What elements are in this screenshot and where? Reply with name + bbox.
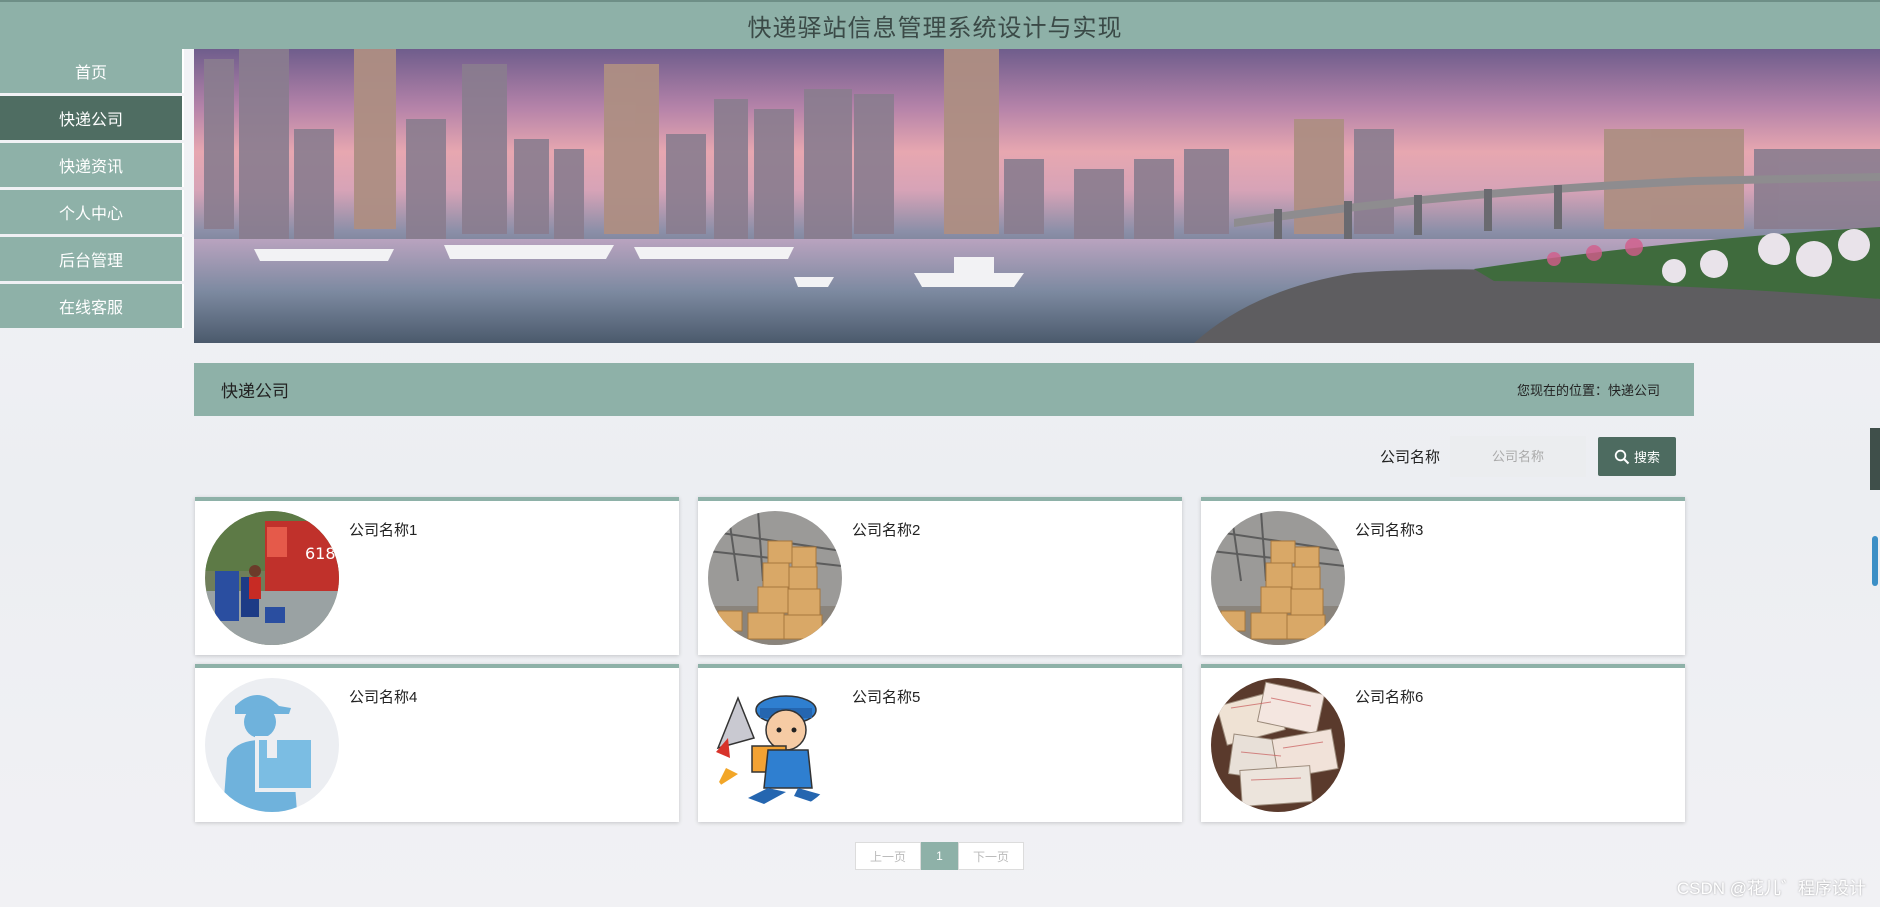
company-name: 公司名称4: [349, 689, 418, 706]
company-card[interactable]: 公司名称5: [698, 664, 1182, 822]
warehouse-boxes-photo-icon: [1211, 511, 1345, 645]
sidebar-item-courier-news[interactable]: 快递资讯: [0, 143, 184, 187]
delivery-truck-photo-icon: 618: [205, 511, 339, 645]
search-icon: [1614, 449, 1630, 464]
shipping-labels-photo-icon: [1211, 678, 1345, 812]
company-thumbnail[interactable]: [708, 511, 842, 645]
city-skyline-banner: [194, 49, 1880, 343]
company-card[interactable]: 公司名称4: [195, 664, 679, 822]
site-title: 快递驿站信息管理系统设计与实现: [747, 15, 1123, 42]
sidebar-item-label: 后台管理: [58, 253, 123, 270]
company-name: 公司名称2: [852, 522, 921, 539]
search-button[interactable]: 搜索: [1598, 437, 1677, 476]
company-name-search-input[interactable]: [1450, 436, 1587, 477]
company-thumbnail[interactable]: 618: [205, 511, 339, 645]
top-header: 快递驿站信息管理系统设计与实现: [0, 0, 1880, 49]
company-name: 公司名称5: [852, 689, 921, 706]
sidebar-item-courier-companies[interactable]: 快递公司: [0, 96, 184, 140]
sidebar-item-home[interactable]: 首页: [0, 49, 184, 93]
sidebar-item-personal-center[interactable]: 个人中心: [0, 190, 184, 234]
company-card[interactable]: 公司名称6: [1201, 664, 1685, 822]
company-name: 公司名称3: [1355, 522, 1424, 539]
pagination: 上一页 1 下一页: [855, 842, 1024, 870]
company-card[interactable]: 公司名称2: [698, 497, 1182, 655]
sidebar-item-label: 首页: [74, 65, 107, 82]
sidebar-item-label: 个人中心: [58, 206, 123, 223]
cartoon-courier-rocket-icon: [708, 678, 842, 812]
company-thumbnail[interactable]: [1211, 678, 1345, 812]
watermark: CSDN @花儿゛程序设计: [1676, 879, 1866, 898]
skyline-illustration: [194, 49, 1880, 343]
company-thumbnail[interactable]: [205, 678, 339, 812]
scroll-indicator[interactable]: [1872, 536, 1878, 586]
company-name: 公司名称6: [1355, 689, 1424, 706]
sidebar-item-online-service[interactable]: 在线客服: [0, 284, 184, 328]
sidebar-nav: 首页 快递公司 快递资讯 个人中心 后台管理 在线客服: [0, 49, 184, 331]
company-name: 公司名称1: [349, 522, 418, 539]
courier-silhouette-icon: [205, 678, 339, 812]
sidebar-item-label: 快递资讯: [58, 159, 123, 176]
company-card[interactable]: 618 公司名称1: [195, 497, 679, 655]
sidebar-item-label: 快递公司: [58, 112, 123, 129]
prev-page-button[interactable]: 上一页: [855, 842, 921, 870]
page-number-button[interactable]: 1: [921, 842, 958, 870]
section-title: 快递公司: [221, 382, 289, 401]
sidebar-item-label: 在线客服: [58, 300, 123, 317]
search-button-label: 搜索: [1634, 450, 1661, 465]
next-page-button[interactable]: 下一页: [958, 842, 1024, 870]
svg-text:618: 618: [305, 544, 336, 563]
floating-side-tab[interactable]: [1870, 428, 1880, 490]
company-thumbnail[interactable]: [708, 678, 842, 812]
search-bar: 公司名称 搜索: [1380, 436, 1677, 477]
breadcrumb: 您现在的位置：快递公司: [1516, 383, 1660, 398]
company-thumbnail[interactable]: [1211, 511, 1345, 645]
warehouse-boxes-photo-icon: [708, 511, 842, 645]
company-card[interactable]: 公司名称3: [1201, 497, 1685, 655]
search-label: 公司名称: [1380, 449, 1441, 466]
sidebar-item-admin[interactable]: 后台管理: [0, 237, 184, 281]
section-header: 快递公司 您现在的位置：快递公司: [194, 363, 1694, 416]
